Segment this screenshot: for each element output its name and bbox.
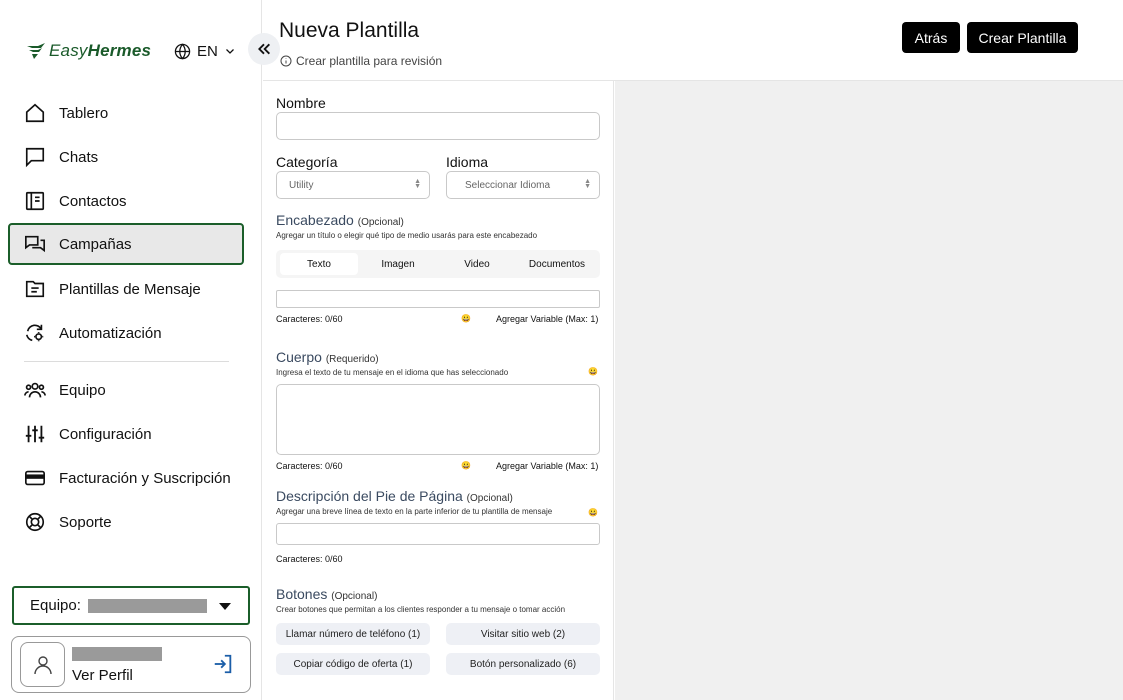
custom-button[interactable]: Botón personalizado (6): [446, 653, 600, 675]
page-subtitle: Crear plantilla para revisión: [280, 54, 442, 68]
nav-item-tablero[interactable]: Tablero: [8, 93, 244, 133]
file-template-icon: [25, 280, 45, 298]
buttons-section-hint: Crear botones que permitan a los cliente…: [276, 605, 566, 614]
tab-imagen[interactable]: Imagen: [359, 253, 437, 275]
nav-item-equipo[interactable]: Equipo: [8, 370, 244, 410]
nav-item-automatizacion[interactable]: Automatización: [8, 313, 244, 353]
nav-item-plantillas[interactable]: Plantillas de Mensaje: [8, 269, 244, 309]
name-label: Nombre: [276, 95, 326, 111]
user-icon: [33, 655, 52, 674]
credit-card-icon: [25, 470, 45, 486]
tab-documentos[interactable]: Documentos: [517, 253, 597, 275]
collapse-sidebar-button[interactable]: [248, 33, 280, 65]
header-text-input[interactable]: [276, 290, 600, 308]
select-arrows-icon: ▲ ▼: [414, 178, 421, 190]
header-type-tabs: Texto Imagen Video Documentos: [276, 250, 600, 278]
footer-char-count: Caracteres: 0/60: [276, 554, 343, 564]
team-icon: [24, 382, 46, 398]
avatar: [20, 642, 65, 687]
nav-item-contactos[interactable]: Contactos: [8, 181, 244, 221]
visit-website-button[interactable]: Visitar sitio web (2): [446, 623, 600, 645]
tab-video[interactable]: Video: [438, 253, 516, 275]
nav-item-chats[interactable]: Chats: [8, 137, 244, 177]
select-arrows-icon: ▲ ▼: [584, 178, 591, 190]
language-selector[interactable]: EN: [174, 40, 236, 62]
header-add-variable-button[interactable]: Agregar Variable (Max: 1): [496, 314, 598, 324]
buttons-section-title: Botones (Opcional): [276, 586, 378, 602]
body-add-variable-button[interactable]: Agregar Variable (Max: 1): [496, 461, 598, 471]
body-section-hint: Ingresa el texto de tu mensaje en el idi…: [276, 368, 509, 377]
footer-section-hint: Agregar una breve línea de texto en la p…: [276, 507, 553, 516]
profile-card[interactable]: Ver Perfil: [11, 636, 251, 693]
tab-texto[interactable]: Texto: [280, 253, 358, 275]
team-name-redacted: [87, 598, 207, 613]
page-header: Nueva Plantilla Crear plantilla para rev…: [263, 0, 1123, 81]
header-section-title: Encabezado (Opcional): [276, 212, 404, 228]
logout-icon[interactable]: [212, 653, 234, 675]
hermes-wing-icon: [27, 43, 45, 59]
nav-item-facturacion[interactable]: Facturación y Suscripción: [8, 458, 244, 498]
caret-down-icon: [219, 603, 231, 610]
header-char-count: Caracteres: 0/60: [276, 314, 343, 324]
copy-offer-code-button[interactable]: Copiar código de oferta (1): [276, 653, 430, 675]
back-button[interactable]: Atrás: [902, 22, 960, 53]
template-form: Nombre Categoría Utility ▲ ▼ Idioma Selec…: [263, 81, 614, 700]
body-char-count: Caracteres: 0/60: [276, 461, 343, 471]
chat-icon: [25, 147, 45, 168]
category-label: Categoría: [276, 154, 338, 170]
lifebuoy-icon: [25, 512, 45, 532]
nav-divider: [24, 361, 229, 362]
nav-item-soporte[interactable]: Soporte: [8, 502, 244, 542]
home-icon: [25, 103, 45, 123]
view-profile-link[interactable]: Ver Perfil: [72, 667, 133, 684]
emoji-picker-icon[interactable]: 😀: [461, 314, 471, 323]
call-phone-button[interactable]: Llamar número de teléfono (1): [276, 623, 430, 645]
automation-icon: [25, 324, 44, 342]
body-section-title: Cuerpo (Requerido): [276, 349, 379, 365]
category-select[interactable]: Utility ▲ ▼: [276, 171, 430, 199]
language-label: Idioma: [446, 154, 489, 170]
address-book-icon: [25, 191, 45, 211]
globe-icon: [174, 42, 191, 60]
brand-logo[interactable]: EasyHermes: [26, 40, 151, 62]
page-title: Nueva Plantilla: [279, 19, 420, 42]
body-textarea[interactable]: [276, 384, 600, 455]
info-icon: [280, 55, 292, 67]
name-input[interactable]: [276, 112, 600, 140]
chevrons-left-icon: [258, 43, 270, 55]
brand-name: EasyHermes: [49, 41, 152, 60]
emoji-picker-icon[interactable]: 😀: [588, 367, 598, 376]
template-preview-panel: [615, 81, 1123, 700]
emoji-picker-icon[interactable]: 😀: [588, 508, 598, 517]
emoji-picker-icon[interactable]: 😀: [461, 461, 471, 470]
header-section-hint: Agregar un título o elegir qué tipo de m…: [276, 231, 538, 240]
sidebar: EasyHermes EN Tablero Chats Contactos Ca…: [0, 0, 262, 700]
nav-item-configuracion[interactable]: Configuración: [8, 414, 244, 454]
team-select-label: Equipo:: [30, 597, 81, 614]
nav-item-campanas[interactable]: Campañas: [8, 223, 244, 265]
profile-name-redacted: [72, 647, 162, 661]
team-select[interactable]: Equipo:: [12, 586, 250, 625]
footer-section-title: Descripción del Pie de Página (Opcional): [276, 488, 513, 504]
create-template-button[interactable]: Crear Plantilla: [967, 22, 1078, 53]
chevron-down-icon: [225, 49, 234, 54]
campaign-icon: [25, 235, 45, 253]
language-code: EN: [197, 42, 218, 60]
footer-input[interactable]: [276, 523, 600, 545]
language-select[interactable]: Seleccionar Idioma ▲ ▼: [446, 171, 600, 199]
sliders-icon: [25, 425, 45, 443]
